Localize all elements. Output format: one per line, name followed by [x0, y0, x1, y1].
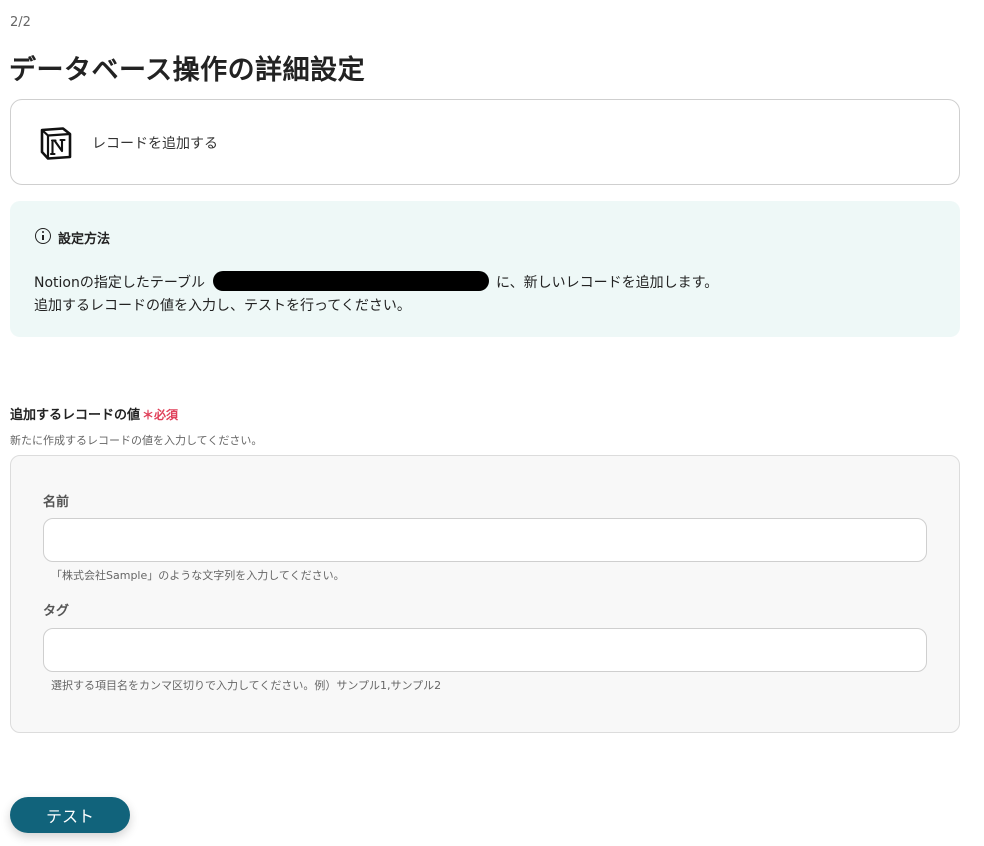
info-text-suffix: に、新しいレコードを追加します。 — [496, 275, 719, 291]
notion-logo-icon — [40, 127, 72, 160]
info-text-prefix: Notionの指定したテーブル — [34, 275, 206, 291]
name-input[interactable] — [43, 518, 927, 562]
step-indicator: 2/2 — [10, 15, 31, 30]
info-text-line-1: Notionの指定したテーブル に、新しいレコードを追加します。 — [34, 271, 719, 293]
tag-field-label: タグ — [43, 604, 70, 619]
tag-field-hint: 選択する項目名をカンマ区切りで入力してください。例）サンプル1,サンプル2 — [51, 679, 442, 692]
action-card: レコードを追加する — [10, 99, 960, 185]
name-field-label: 名前 — [43, 495, 70, 510]
redacted-table-name — [213, 271, 490, 291]
record-values-description: 新たに作成するレコードの値を入力してください。 — [10, 434, 263, 447]
info-text-line-2: 追加するレコードの値を入力し、テストを行ってください。 — [34, 298, 411, 314]
name-field-hint: 「株式会社Sample」のような文字列を入力してください。 — [51, 569, 345, 582]
record-values-title: 追加するレコードの値 — [10, 408, 141, 423]
info-box: 設定方法 Notionの指定したテーブル に、新しいレコードを追加します。 追加す… — [10, 201, 960, 337]
page-title: データベース操作の詳細設定 — [9, 55, 366, 86]
test-button[interactable]: テスト — [10, 797, 130, 833]
action-label: レコードを追加する — [92, 136, 218, 152]
record-values-label: 追加するレコードの値 ＊必須 — [10, 404, 178, 423]
record-fields-panel: 名前 「株式会社Sample」のような文字列を入力してください。 タグ 選択する… — [10, 455, 960, 733]
required-badge: ＊必須 — [142, 408, 179, 422]
info-icon — [35, 228, 51, 244]
info-title: 設定方法 — [58, 232, 111, 247]
tag-input[interactable] — [43, 628, 927, 672]
